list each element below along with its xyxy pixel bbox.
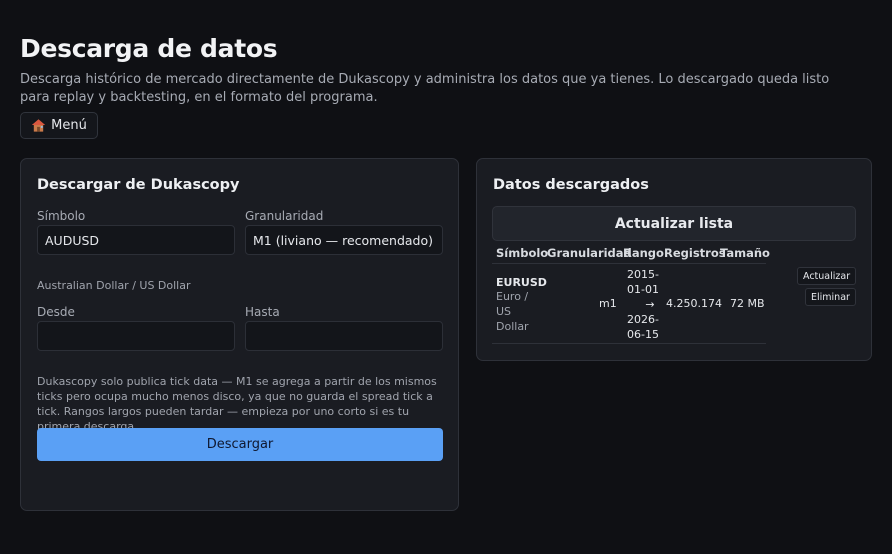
symbol-label: Símbolo — [37, 209, 86, 223]
download-button[interactable]: Descargar — [37, 428, 443, 461]
row-symbol: EURUSD — [496, 276, 547, 289]
to-label: Hasta — [245, 305, 280, 319]
row-range-end-date: 06-15 — [627, 328, 659, 341]
row-symbol-desc-3: Dollar — [496, 320, 529, 333]
downloaded-panel: Datos descargados Actualizar lista Símbo… — [476, 158, 872, 361]
row-records: 4.250.174 — [666, 297, 722, 310]
from-date-input[interactable] — [37, 321, 235, 351]
refresh-list-button[interactable]: Actualizar lista — [492, 206, 856, 241]
to-date-input[interactable] — [245, 321, 443, 351]
row-delete-label: Eliminar — [811, 291, 850, 303]
granularity-label: Granularidad — [245, 209, 324, 223]
refresh-list-label: Actualizar lista — [614, 215, 734, 232]
row-symbol-desc-2: US — [496, 305, 512, 318]
download-note: Dukascopy solo publica tick data — M1 se… — [37, 375, 437, 433]
row-range-start-year: 2015- — [627, 268, 659, 281]
row-size: 72 MB — [730, 297, 765, 310]
menu-button[interactable]: Menú — [20, 112, 98, 139]
column-header-range: Rango — [623, 246, 664, 260]
column-header-size: Tamaño — [720, 246, 770, 260]
table-bottom-divider — [492, 343, 766, 344]
page-description: Descarga histórico de mercado directamen… — [20, 72, 830, 105]
row-range-end-year: 2026- — [627, 313, 659, 326]
granularity-value: M1 (liviano — recomendado) — [253, 232, 433, 248]
page-title: Descarga de datos — [20, 34, 278, 63]
column-header-granularity: Granularidad — [547, 246, 632, 260]
symbol-input[interactable]: AUDUSD — [37, 225, 235, 255]
row-range-start-date: 01-01 — [627, 283, 659, 296]
download-button-label: Descargar — [206, 437, 274, 452]
table-header-divider — [492, 263, 766, 264]
row-update-label: Actualizar — [803, 270, 851, 282]
row-symbol-desc-1: Euro / — [496, 290, 529, 303]
granularity-select[interactable]: M1 (liviano — recomendado) — [245, 225, 443, 255]
row-delete-button[interactable]: Eliminar — [805, 288, 856, 306]
menu-label: Menú — [51, 118, 87, 133]
symbol-value: AUDUSD — [45, 232, 100, 248]
download-panel-title: Descargar de Dukascopy — [37, 177, 240, 193]
house-icon — [32, 119, 46, 132]
downloaded-panel-title: Datos descargados — [493, 177, 649, 193]
row-update-button[interactable]: Actualizar — [797, 267, 857, 285]
download-panel: Descargar de Dukascopy Símbolo AUDUSD Gr… — [20, 158, 459, 511]
from-label: Desde — [37, 305, 75, 319]
column-header-symbol: Símbolo — [496, 246, 549, 260]
column-header-records: Registros — [664, 246, 726, 260]
symbol-helper: Australian Dollar / US Dollar — [37, 279, 191, 292]
row-range-arrow: → — [645, 298, 655, 311]
row-granularity: m1 — [599, 297, 617, 310]
